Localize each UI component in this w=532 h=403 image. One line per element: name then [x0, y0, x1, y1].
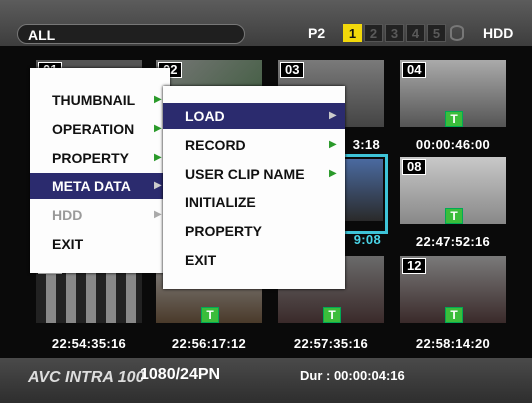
menu-item-label: EXIT — [185, 252, 217, 268]
submenu-item-load[interactable]: LOAD ▶ — [163, 103, 345, 129]
hdd-label: HDD — [483, 25, 514, 41]
submenu-arrow-icon: ▶ — [154, 152, 162, 163]
menu-item-label: USER CLIP NAME — [185, 166, 305, 182]
text-memo-badge: T — [445, 208, 463, 224]
slot-2[interactable]: 2 — [364, 24, 383, 42]
submenu-arrow-icon: ▶ — [154, 209, 162, 220]
submenu-arrow-icon: ▶ — [329, 168, 337, 179]
p2-label: P2 — [308, 25, 326, 41]
menu-item-label: INITIALIZE — [185, 194, 256, 210]
menu-item-property[interactable]: PROPERTY ▶ — [30, 145, 170, 171]
text-memo-badge: T — [323, 307, 341, 323]
text-memo-badge: T — [445, 111, 463, 127]
video-format: 1080/24PN — [140, 366, 221, 383]
submenu-item-exit[interactable]: EXIT — [163, 247, 345, 273]
menu-item-label: RECORD — [185, 137, 246, 153]
clip-number: 12 — [402, 258, 427, 274]
submenu-item-record[interactable]: RECORD ▶ — [163, 132, 345, 158]
menu-item-label: THUMBNAIL — [52, 92, 136, 108]
submenu-item-property[interactable]: PROPERTY — [163, 218, 345, 244]
menu-item-label: PROPERTY — [52, 150, 130, 166]
slot-1[interactable]: 1 — [343, 24, 362, 42]
codec-logo: AVC INTRA 100 — [28, 369, 145, 386]
slot-5[interactable]: 5 — [427, 24, 446, 42]
menu-item-label: META DATA — [52, 178, 131, 194]
clip-number: 04 — [402, 62, 427, 78]
hdd-icon — [450, 25, 464, 41]
clip-thumbnail[interactable]: 12 T 22:58:14:20 — [396, 253, 510, 351]
menu-item-label: HDD — [52, 207, 83, 223]
menu-item-label: EXIT — [52, 236, 84, 252]
thumbnail-image: 12 T — [400, 256, 506, 323]
slot-3[interactable]: 3 — [385, 24, 404, 42]
meta-data-submenu: LOAD ▶ RECORD ▶ USER CLIP NAME ▶ INITIALIZE… — [163, 86, 345, 289]
mode-indicator: ALL — [17, 24, 245, 44]
text-memo-badge: T — [445, 307, 463, 323]
clip-thumbnail[interactable]: 04 T 00:00:46:00 — [396, 57, 510, 153]
clip-timecode: 22:56:17:12 — [171, 336, 247, 351]
thumbnail-image: 04 T — [400, 60, 506, 127]
submenu-arrow-icon: ▶ — [154, 123, 162, 134]
submenu-arrow-icon: ▶ — [329, 110, 337, 121]
clip-number: 08 — [402, 159, 427, 175]
submenu-arrow-icon: ▶ — [329, 139, 337, 150]
menu-item-label: OPERATION — [52, 121, 135, 137]
submenu-item-initialize[interactable]: INITIALIZE — [163, 189, 345, 215]
clip-timecode: 22:58:14:20 — [415, 336, 491, 351]
clip-thumbnail[interactable]: 08 T 22:47:52:16 — [396, 154, 510, 250]
main-menu: THUMBNAIL ▶ OPERATION ▶ PROPERTY ▶ META DAT… — [30, 68, 170, 273]
menu-item-thumbnail[interactable]: THUMBNAIL ▶ — [30, 87, 170, 113]
text-memo-badge: T — [201, 307, 219, 323]
menu-item-hdd: HDD ▶ — [30, 202, 170, 228]
clip-timecode: 22:54:35:16 — [51, 336, 127, 351]
clip-timecode: 22:57:35:16 — [293, 336, 369, 351]
menu-item-label: LOAD — [185, 108, 225, 124]
menu-item-exit[interactable]: EXIT — [30, 231, 170, 257]
menu-item-label: PROPERTY — [185, 223, 263, 239]
menu-item-operation[interactable]: OPERATION ▶ — [30, 116, 170, 142]
submenu-arrow-icon: ▶ — [154, 94, 162, 105]
thumbnail-image: 08 T — [400, 157, 506, 224]
clip-number: 03 — [280, 62, 305, 78]
menu-item-meta-data[interactable]: META DATA ▶ — [30, 173, 170, 199]
clip-timecode: 00:00:46:00 — [415, 137, 491, 152]
slot-4[interactable]: 4 — [406, 24, 425, 42]
submenu-item-user-clip-name[interactable]: USER CLIP NAME ▶ — [163, 161, 345, 187]
submenu-arrow-icon: ▶ — [154, 180, 162, 191]
clip-duration: Dur : 00:00:04:16 — [300, 368, 405, 383]
clip-timecode: 22:47:52:16 — [415, 234, 491, 249]
